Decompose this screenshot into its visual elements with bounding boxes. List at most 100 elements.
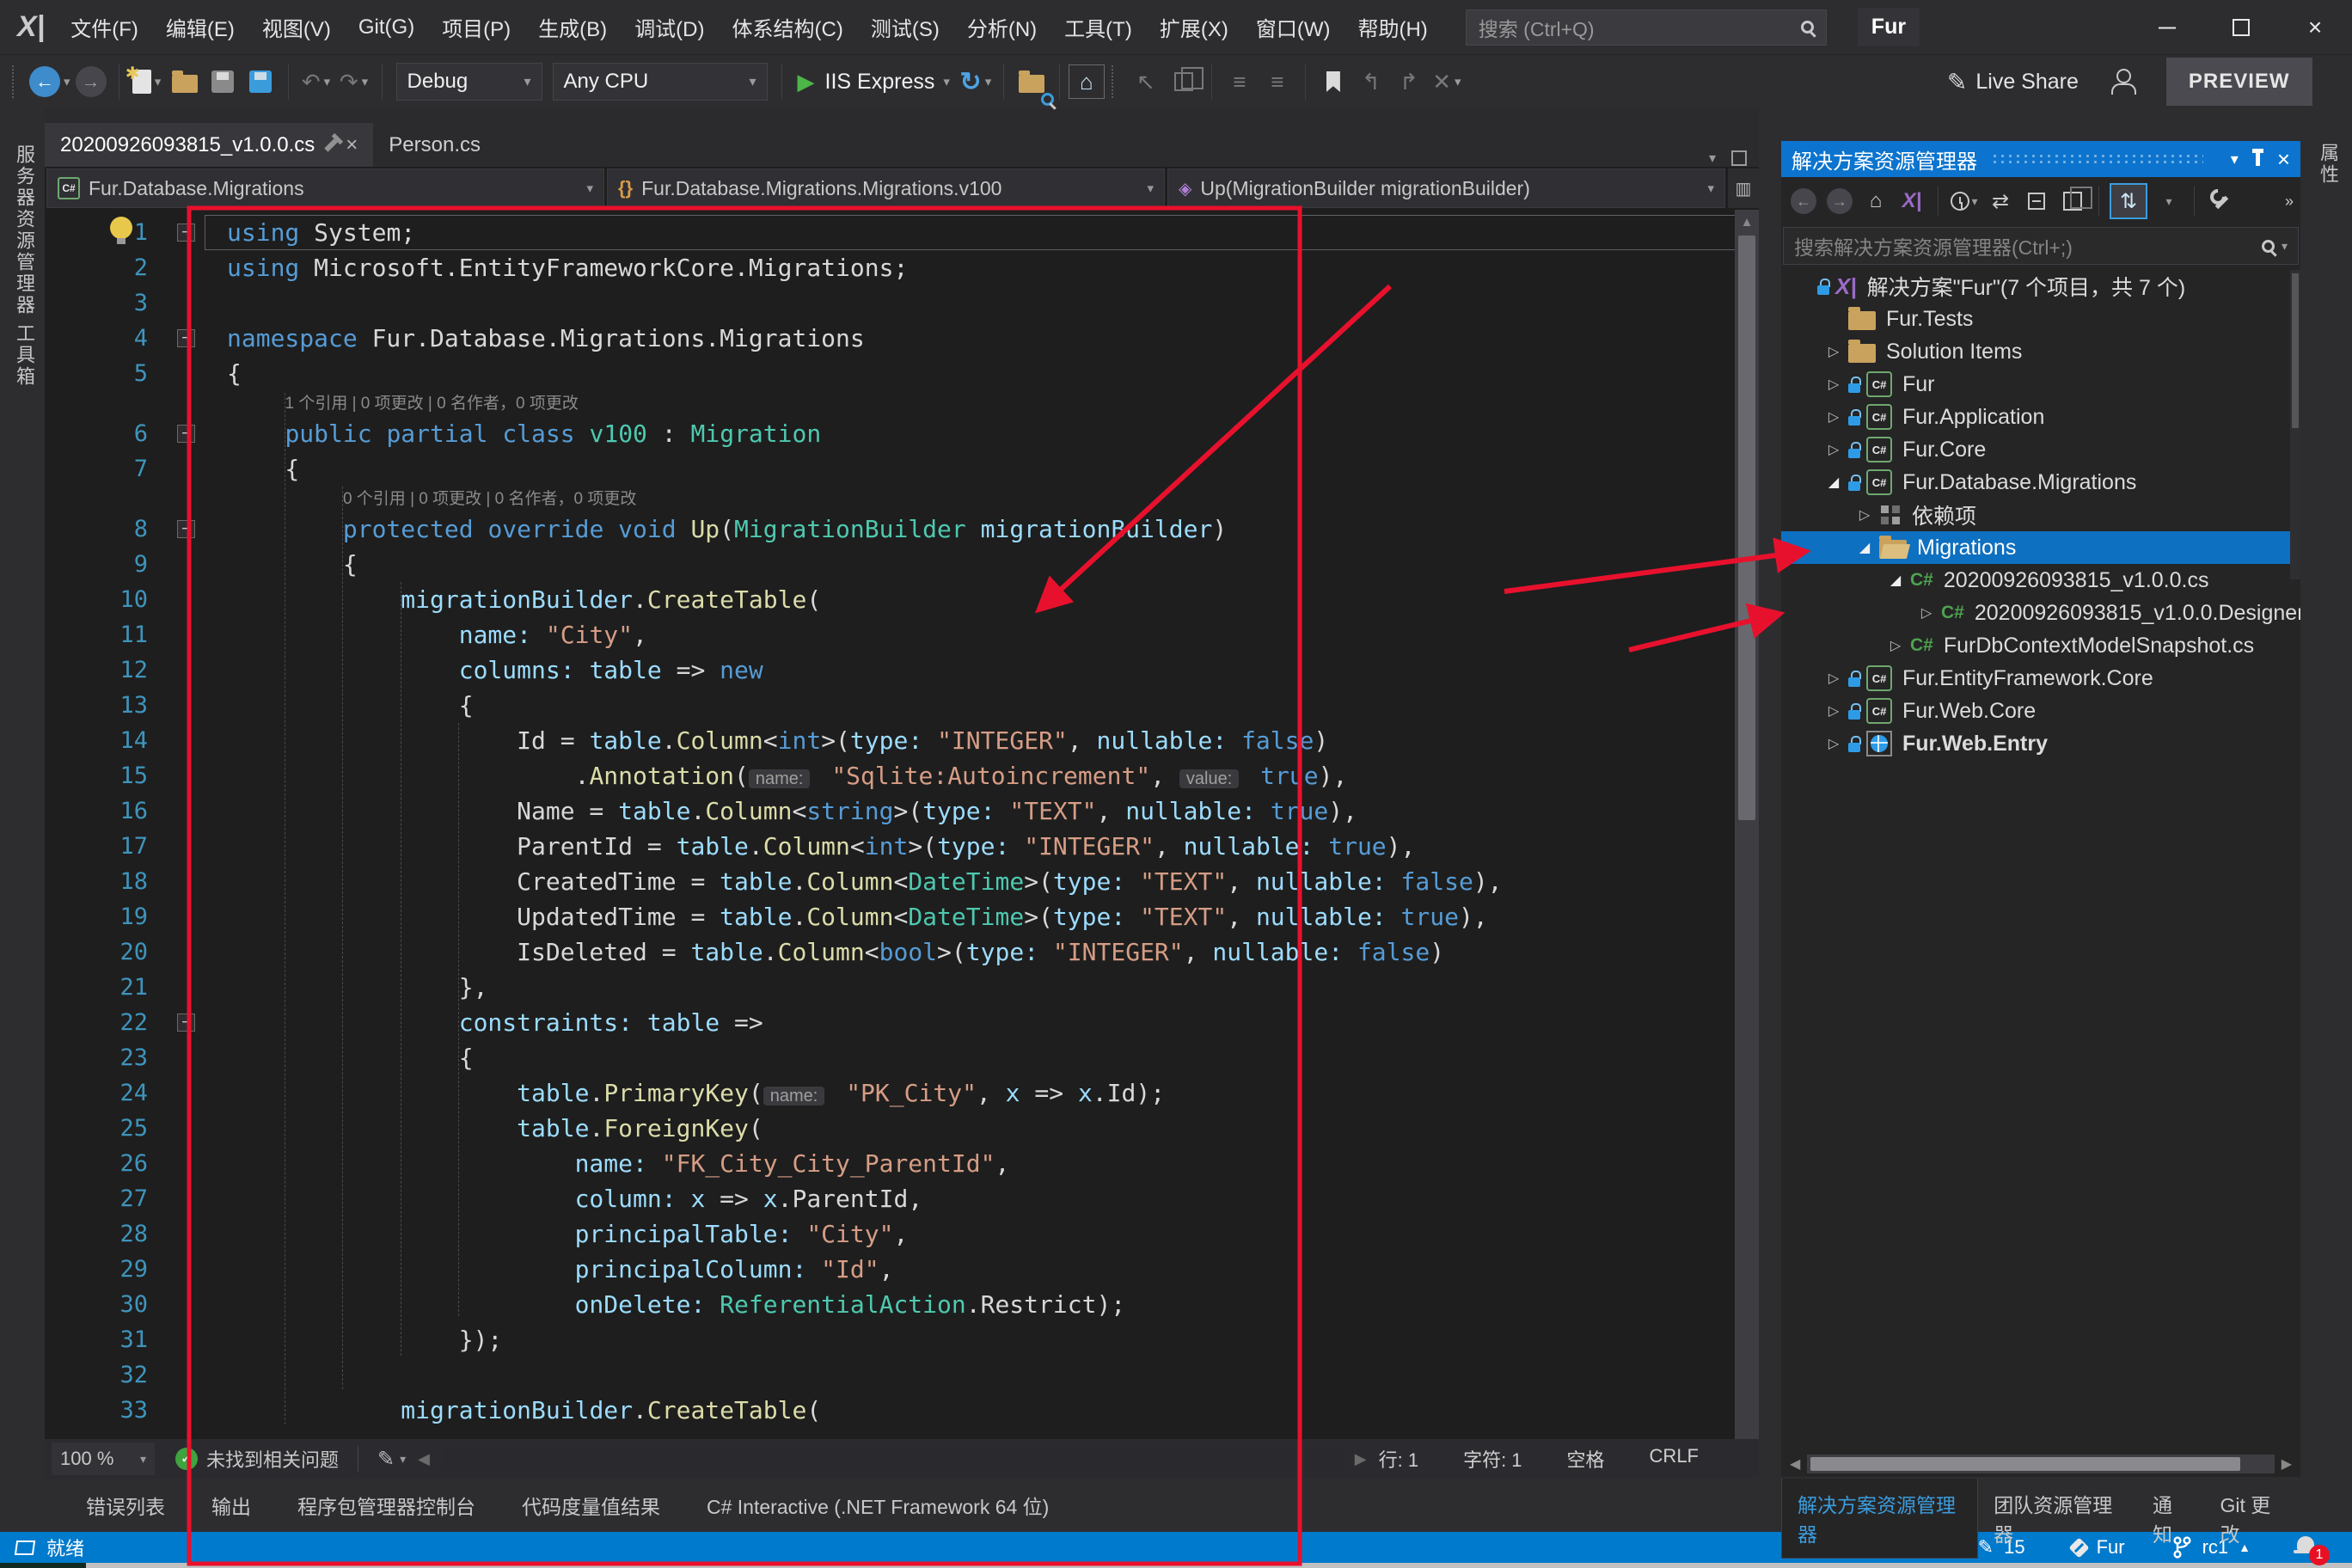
document-tab-0[interactable]: 20200926093815_v1.0.0.cs× xyxy=(45,123,373,167)
toggle-bookmark-button[interactable] xyxy=(1316,61,1351,102)
copy-structure-button[interactable] xyxy=(1167,61,1201,102)
tree-item-fur.web.entry[interactable]: ▷Fur.Web.Entry xyxy=(1781,727,2300,760)
breadcrumb-segment-0[interactable]: C#Fur.Database.Migrations▾ xyxy=(46,168,604,208)
code-line-4[interactable]: 4−namespace Fur.Database.Migrations.Migr… xyxy=(45,321,1759,356)
menu-item-12[interactable]: 窗口(W) xyxy=(1242,0,1344,54)
feedback-person-icon[interactable] xyxy=(2110,69,2135,95)
scrollbar-thumb[interactable] xyxy=(1738,236,1755,820)
restore-button[interactable] xyxy=(2204,0,2278,54)
live-share-button[interactable]: ✎ Live Share xyxy=(1947,68,2079,96)
split-editor-button[interactable]: ▥ xyxy=(1728,168,1759,208)
start-debugging-button[interactable]: ▶ IIS Express▾ xyxy=(798,69,950,95)
close-button[interactable]: × xyxy=(2278,0,2352,54)
redo-button[interactable]: ↷▾ xyxy=(337,61,371,102)
close-icon[interactable]: × xyxy=(346,133,358,157)
code-line-33[interactable]: 33 migrationBuilder.CreateTable( xyxy=(45,1393,1759,1428)
expander-icon[interactable]: ▷ xyxy=(1819,735,1848,752)
expander-icon[interactable]: ▷ xyxy=(1819,702,1848,720)
code-line-14[interactable]: 14 Id = table.Column<int>(type: "INTEGER… xyxy=(45,723,1759,758)
expander-icon[interactable]: ▷ xyxy=(1819,441,1848,458)
tree-item--[interactable]: ▷依赖项 xyxy=(1781,499,2300,531)
code-line-16[interactable]: 16 Name = table.Column<string>(type: "TE… xyxy=(45,793,1759,829)
code-line-31[interactable]: 31 }); xyxy=(45,1322,1759,1357)
tree-item-20200926093815-v1.0.0.cs[interactable]: ◢C#20200926093815_v1.0.0.cs xyxy=(1781,564,2300,597)
solution-explorer-search-box[interactable]: 搜索解决方案资源管理器(Ctrl+;) ▾ xyxy=(1783,227,2299,265)
expander-icon[interactable]: ▷ xyxy=(1881,637,1910,654)
next-bookmark-button[interactable]: ↱ xyxy=(1392,61,1426,102)
window-position-icon[interactable]: ▾ xyxy=(2231,150,2239,168)
document-tab-1[interactable]: Person.cs xyxy=(373,123,496,167)
tree-item-solution-items[interactable]: ▷Solution Items xyxy=(1781,335,2300,368)
menu-item-1[interactable]: 编辑(E) xyxy=(152,0,248,54)
platform-dropdown[interactable]: Any CPU▾ xyxy=(553,63,768,101)
menu-item-3[interactable]: Git(G) xyxy=(345,0,428,54)
codelens-row[interactable]: 0 个引用 | 0 项更改 | 0 名作者，0 项更改 xyxy=(45,487,1759,511)
code-line-17[interactable]: 17 ParentId = table.Column<int>(type: "I… xyxy=(45,829,1759,864)
expander-icon[interactable]: ▷ xyxy=(1912,604,1941,622)
code-line-12[interactable]: 12 columns: table => new xyxy=(45,652,1759,688)
tree-item-fur.application[interactable]: ▷C#Fur.Application xyxy=(1781,401,2300,433)
code-line-3[interactable]: 3 xyxy=(45,285,1759,321)
lightbulb-icon[interactable] xyxy=(110,217,132,239)
panel-tab-0[interactable]: 错误列表 xyxy=(86,1491,165,1520)
panel-tab-3[interactable]: 代码度量值结果 xyxy=(522,1491,660,1520)
fold-marker-icon[interactable]: − xyxy=(177,1014,195,1032)
se-forward-button[interactable]: → xyxy=(1824,183,1855,219)
se-sync-with-active-document-button[interactable]: ⇅ xyxy=(2110,183,2147,219)
open-file-button[interactable] xyxy=(168,61,202,102)
se-pending-changes-filter-button[interactable]: ▾ xyxy=(1949,183,1980,219)
expander-icon[interactable]: ◢ xyxy=(1850,539,1879,556)
tool-tab-1[interactable]: 团队资源管理器 xyxy=(1978,1479,2137,1558)
pin-icon[interactable] xyxy=(324,138,338,152)
expander-icon[interactable]: ▷ xyxy=(1850,506,1879,524)
preview-button[interactable]: PREVIEW xyxy=(2166,58,2312,106)
find-in-files-button[interactable] xyxy=(1014,61,1049,102)
hscroll-left-arrow[interactable]: ◀ xyxy=(418,1450,430,1468)
close-icon[interactable]: × xyxy=(2277,146,2290,173)
tree-item-fur.core[interactable]: ▷C#Fur.Core xyxy=(1781,433,2300,466)
undo-button[interactable]: ↶▾ xyxy=(299,61,334,102)
tree-item-20200926093815-v1.0.0.designer.cs[interactable]: ▷C#20200926093815_v1.0.0.Designer.cs xyxy=(1781,597,2300,629)
expander-icon[interactable]: ▷ xyxy=(1819,670,1848,687)
tool-tab-0[interactable]: 解决方案资源管理器 xyxy=(1781,1479,1978,1559)
server-explorer-vertical-tab[interactable]: 服务器资源管理器 xyxy=(10,144,38,316)
fold-marker-icon[interactable]: − xyxy=(177,224,195,242)
tree-item-fur.entityframework.core[interactable]: ▷C#Fur.EntityFramework.Core xyxy=(1781,662,2300,695)
toolbar-grip[interactable] xyxy=(12,65,21,98)
properties-vertical-tab[interactable]: 属性 xyxy=(2314,143,2342,186)
editor-vertical-scrollbar[interactable]: ▲ xyxy=(1735,210,1759,1439)
tree-item--fur-7-7-[interactable]: X|解决方案"Fur"(7 个项目，共 7 个) xyxy=(1781,270,2300,303)
menu-item-5[interactable]: 生成(B) xyxy=(524,0,621,54)
list-members-button[interactable]: ≡ xyxy=(1222,61,1257,102)
quick-search-box[interactable]: 搜索 (Ctrl+Q) xyxy=(1466,9,1827,46)
se-sync-dropdown[interactable]: ▾ xyxy=(2153,183,2184,219)
track-changes-icon[interactable]: ✎ xyxy=(377,1447,395,1472)
code-line-19[interactable]: 19 UpdatedTime = table.Column<DateTime>(… xyxy=(45,899,1759,934)
save-button[interactable] xyxy=(205,61,240,102)
menu-item-0[interactable]: 文件(F) xyxy=(57,0,152,54)
code-line-7[interactable]: 7 { xyxy=(45,451,1759,487)
se-properties-wrench-icon[interactable] xyxy=(2205,183,2236,219)
code-line-32[interactable]: 32 xyxy=(45,1357,1759,1393)
navigate-home-button[interactable]: ⌂ xyxy=(1069,64,1105,99)
panel-tab-2[interactable]: 程序包管理器控制台 xyxy=(297,1491,475,1520)
code-line-13[interactable]: 13 { xyxy=(45,688,1759,723)
menu-item-7[interactable]: 体系结构(C) xyxy=(719,0,857,54)
float-window-icon[interactable] xyxy=(1731,150,1747,166)
hscroll-right-arrow[interactable]: ▶ xyxy=(1355,1450,1367,1468)
breadcrumb-segment-2[interactable]: ◈Up(MigrationBuilder migrationBuilder)▾ xyxy=(1167,168,1725,208)
hot-reload-button[interactable]: ↻▾ xyxy=(959,61,993,102)
breadcrumb-segment-1[interactable]: {}Fur.Database.Migrations.Migrations.v10… xyxy=(607,168,1165,208)
code-line-26[interactable]: 26 name: "FK_City_City_ParentId", xyxy=(45,1146,1759,1181)
se-collapse-all-button[interactable] xyxy=(2021,183,2052,219)
menu-item-6[interactable]: 调试(D) xyxy=(621,0,718,54)
tree-item-migrations[interactable]: ◢Migrations xyxy=(1781,531,2300,564)
fold-marker-icon[interactable]: − xyxy=(177,425,195,443)
menu-item-9[interactable]: 分析(N) xyxy=(953,0,1050,54)
pointer-doc-button[interactable]: ↖ xyxy=(1129,61,1163,102)
expander-icon[interactable]: ▷ xyxy=(1819,376,1848,393)
menu-item-11[interactable]: 扩展(X) xyxy=(1146,0,1242,54)
pin-icon[interactable] xyxy=(2256,153,2260,166)
tool-tab-2[interactable]: 通知 xyxy=(2137,1479,2205,1558)
tree-item-fur.database.migrations[interactable]: ◢C#Fur.Database.Migrations xyxy=(1781,466,2300,499)
